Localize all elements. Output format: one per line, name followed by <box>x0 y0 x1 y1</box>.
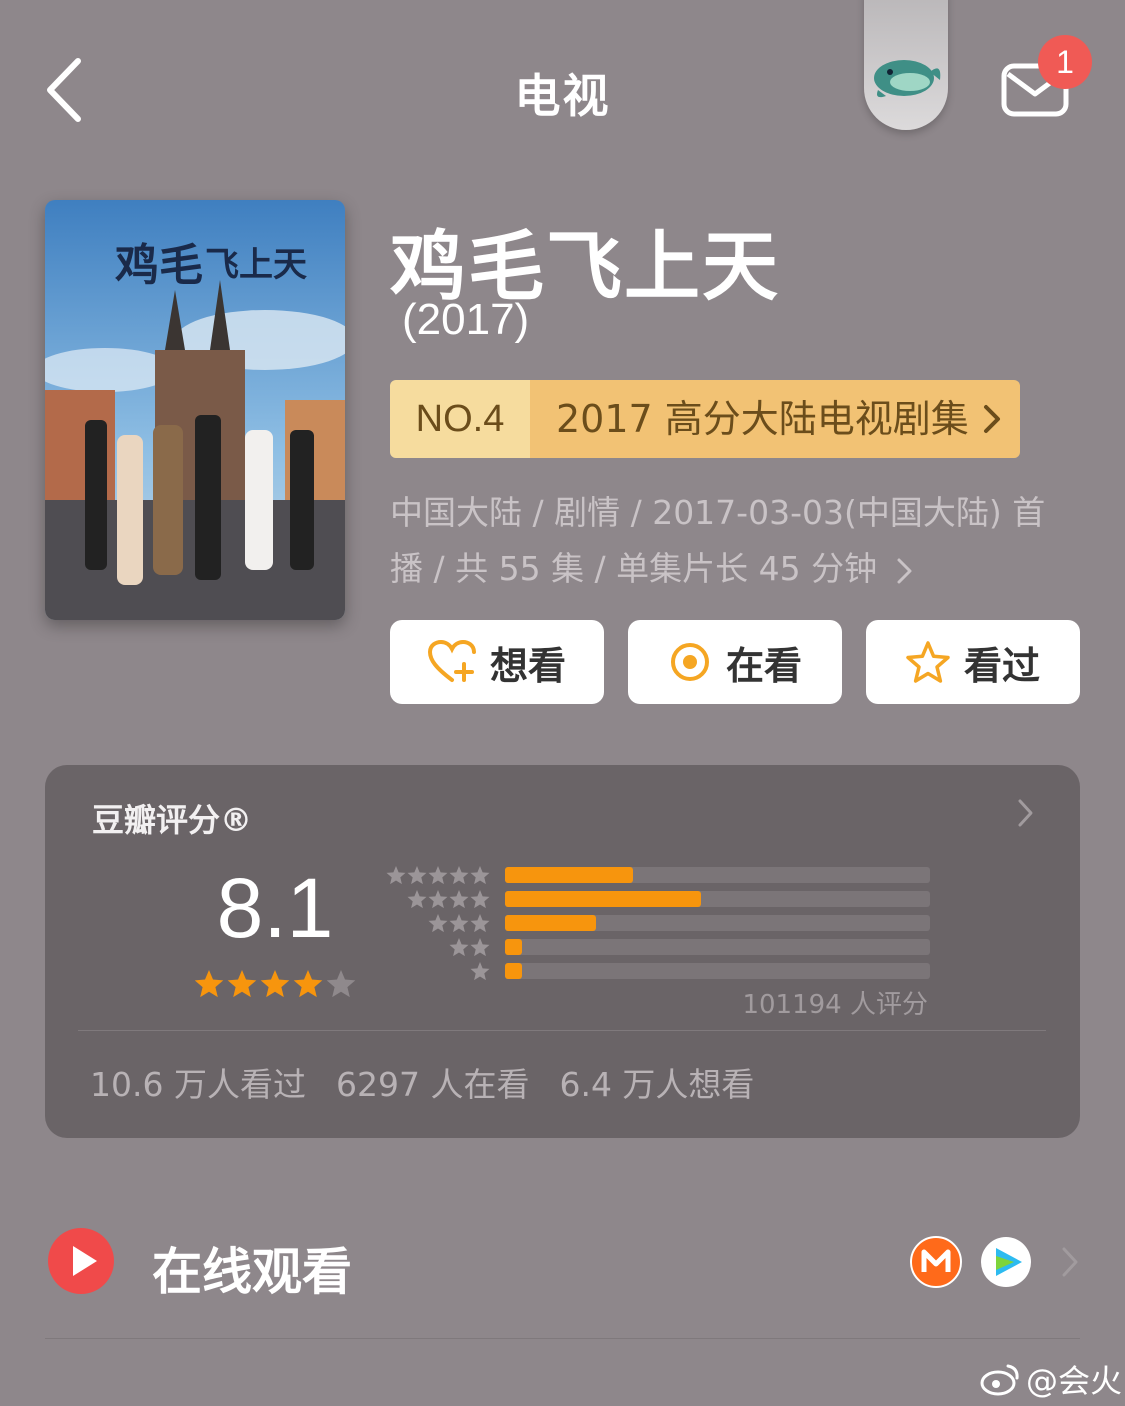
distribution-bar-track <box>505 963 930 979</box>
mascot-tab[interactable] <box>864 0 948 130</box>
distribution-bar <box>505 963 522 979</box>
watched-button[interactable]: 看过 <box>866 620 1080 704</box>
page-title: 电视 <box>514 69 611 123</box>
mascot-icon <box>874 60 941 98</box>
want-count: 6.4 万人想看 <box>559 1065 755 1104</box>
distribution-bar-track <box>505 891 930 907</box>
svg-text:鸡毛: 鸡毛 <box>115 240 203 291</box>
distribution-star <box>428 866 448 885</box>
poster-illustration: 鸡毛 飞上天 <box>45 200 345 620</box>
distribution-star <box>428 890 448 909</box>
notification-badge: 1 <box>1038 35 1092 89</box>
rating-score: 8.1 <box>216 861 334 955</box>
rating-star <box>293 970 323 998</box>
metadata-line: 中国大陆 / 剧情 / 2017-03-03(中国大陆) 首 <box>390 493 1046 532</box>
watermark: @会火 <box>980 1356 1122 1402</box>
watching-count: 6297 人在看 <box>335 1065 530 1104</box>
rating-stars <box>195 970 356 998</box>
rank-number: NO.4 <box>390 380 530 458</box>
show-metadata[interactable]: 中国大陆 / 剧情 / 2017-03-03(中国大陆) 首 播 / 共 55 … <box>390 485 1090 597</box>
chevron-right-icon[interactable] <box>1060 1246 1080 1278</box>
weibo-icon <box>980 1364 1019 1396</box>
distribution-bar-track <box>505 867 930 883</box>
divider <box>45 1338 1080 1339</box>
heart-plus-icon <box>427 640 476 682</box>
mango-tv-icon[interactable] <box>910 1236 962 1288</box>
want-to-watch-label: 想看 <box>489 643 566 688</box>
metadata-line-text: 播 / 共 55 集 / 单集片长 45 分钟 <box>390 549 878 588</box>
distribution-star <box>428 914 448 933</box>
distribution-star <box>449 938 469 957</box>
distribution-bar-track <box>505 939 930 955</box>
distribution-bar <box>505 915 597 931</box>
rating-star <box>260 970 290 998</box>
distribution-star <box>449 914 469 933</box>
distribution-star <box>449 866 469 885</box>
star-outline-icon <box>906 641 950 683</box>
ranking-banner[interactable]: NO.4 2017 高分大陆电视剧集 <box>390 380 1020 458</box>
rating-star <box>326 970 356 998</box>
chevron-right-icon <box>984 405 1000 433</box>
distribution-star <box>386 866 406 885</box>
divider <box>78 1030 1046 1031</box>
distribution-star <box>407 866 427 885</box>
chevron-right-icon <box>897 558 912 583</box>
distribution-bar-track <box>505 915 930 931</box>
distribution-bar <box>505 939 522 955</box>
show-year: (2017) <box>402 295 530 344</box>
distribution-star <box>407 890 427 909</box>
watch-stats: 10.6 万人看过 6297 人在看 6.4 万人想看 <box>90 1058 754 1106</box>
distribution-bar <box>505 891 701 907</box>
distribution-star <box>470 962 490 981</box>
distribution-star <box>470 890 490 909</box>
distribution-star-labels <box>386 866 490 981</box>
watching-button[interactable]: 在看 <box>628 620 842 704</box>
watched-label: 看过 <box>963 643 1040 688</box>
poster-image[interactable]: 鸡毛 飞上天 <box>45 200 345 620</box>
distribution-star <box>449 890 469 909</box>
watched-count: 10.6 万人看过 <box>90 1065 306 1104</box>
rating-star <box>227 970 257 998</box>
target-icon <box>670 643 709 681</box>
svg-text:飞上天: 飞上天 <box>205 245 307 285</box>
watermark-text: @会火 <box>1026 1362 1123 1400</box>
rank-list-name: 2017 高分大陆电视剧集 <box>530 380 1020 458</box>
tencent-video-icon[interactable] <box>980 1236 1032 1288</box>
chevron-right-icon <box>1018 799 1033 827</box>
distribution-star <box>470 866 490 885</box>
watching-label: 在看 <box>725 643 802 688</box>
rating-label: 豆瓣评分® <box>92 801 253 839</box>
metadata-line: 播 / 共 55 集 / 单集片长 45 分钟 <box>390 541 1090 597</box>
rating-count: 101194 人评分 <box>742 990 928 1020</box>
want-to-watch-button[interactable]: 想看 <box>390 620 604 704</box>
watch-online-label[interactable]: 在线观看 <box>152 1232 352 1304</box>
rating-star <box>195 970 224 998</box>
distribution-star <box>470 938 490 957</box>
play-icon[interactable] <box>48 1228 114 1294</box>
distribution-star <box>470 914 490 933</box>
distribution-bar <box>505 867 633 883</box>
